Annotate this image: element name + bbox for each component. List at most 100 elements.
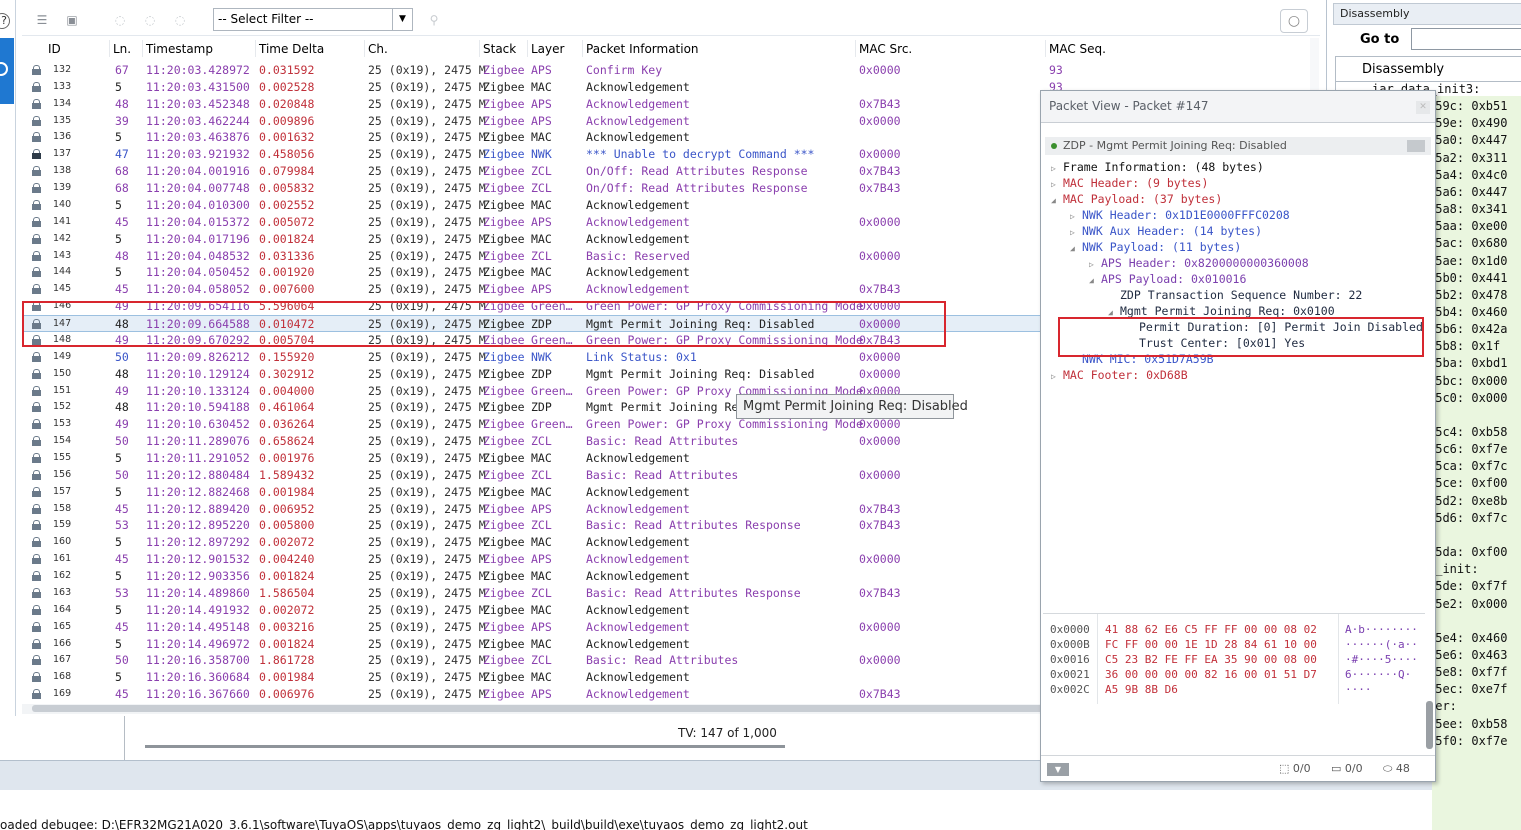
column-header-ch[interactable]: Ch. — [368, 42, 388, 56]
comment-icon[interactable]: ◌ — [112, 13, 128, 27]
disassembly-line[interactable]: 55c4: 0xb58 — [1428, 425, 1507, 439]
disassembly-line[interactable]: 55e8: 0xf7f — [1428, 665, 1507, 679]
list-icon[interactable]: ☰ — [34, 13, 50, 27]
disassembly-line[interactable]: 55c6: 0xf7e — [1428, 442, 1507, 456]
expand-arrow-icon[interactable]: ▷ — [1051, 369, 1063, 385]
filter-icon[interactable]: ⚲ — [426, 13, 442, 27]
hex-scrollbar[interactable] — [1426, 701, 1433, 749]
hex-offset[interactable]: 0x0021 — [1050, 667, 1090, 682]
disassembly-line[interactable]: 55f0: 0xf7e — [1428, 734, 1507, 748]
disassembly-line[interactable]: 55ec: 0xe7f — [1428, 682, 1507, 696]
hex-offset[interactable]: 0x0016 — [1050, 652, 1090, 667]
disassembly-line[interactable]: 55b4: 0x460 — [1428, 305, 1507, 319]
hex-offset[interactable]: 0x000B — [1050, 637, 1090, 652]
column-header-mac-seq[interactable]: MAC Seq. — [1049, 42, 1106, 56]
side-panel-tab[interactable] — [0, 38, 14, 104]
column-divider[interactable] — [479, 40, 480, 57]
hex-bytes[interactable]: C5 23 B2 FE FF EA 35 90 00 08 00 — [1105, 652, 1317, 667]
column-header-ln[interactable]: Ln. — [113, 42, 131, 56]
disassembly-line[interactable]: 55ce: 0xf00 — [1428, 476, 1507, 490]
tree-node[interactable]: ZDP Transaction Sequence Number: 22 — [1108, 287, 1362, 303]
chevron-down-icon[interactable]: ▼ — [1047, 763, 1069, 776]
column-header-time-delta[interactable]: Time Delta — [259, 42, 324, 56]
back-icon[interactable]: ◌ — [142, 13, 158, 27]
column-header-mac-src[interactable]: MAC Src. — [859, 42, 912, 56]
hex-bytes[interactable]: 41 88 62 E6 C5 FF FF 00 00 08 02 — [1105, 622, 1317, 637]
disassembly-line[interactable]: 55e2: 0x000 — [1428, 597, 1507, 611]
disassembly-line[interactable]: 559c: 0xb51 — [1428, 99, 1507, 113]
column-divider[interactable] — [142, 40, 143, 57]
column-header-layer[interactable]: Layer — [531, 42, 564, 56]
tree-node[interactable]: ◢ APS Payload: 0x010016 — [1089, 271, 1246, 287]
tree-node[interactable]: ◢ NWK Payload: (11 bytes) — [1070, 239, 1241, 255]
disassembly-line[interactable]: 55e4: 0x460 — [1428, 631, 1507, 645]
hex-bytes[interactable]: FC FF 00 00 1E 1D 28 84 61 10 00 — [1105, 637, 1317, 652]
column-divider[interactable] — [527, 40, 528, 57]
column-divider[interactable] — [255, 40, 256, 57]
column-divider[interactable] — [1045, 40, 1046, 57]
disassembly-line[interactable]: 55ac: 0x680 — [1428, 236, 1507, 250]
hex-bytes[interactable]: A5 9B 8B D6 — [1105, 682, 1178, 697]
help-icon[interactable]: ? — [0, 13, 10, 29]
table-row[interactable]: 132 67 11:20:03.428972 0.031592 25 (0x19), 2… — [22, 62, 1312, 79]
disassembly-line[interactable]: 55de: 0xf7f — [1428, 579, 1507, 593]
disassembly-line[interactable]: 55ae: 0x1d0 — [1428, 254, 1507, 268]
disassembly-line[interactable]: 55a6: 0x447 — [1428, 185, 1507, 199]
hex-bytes[interactable]: 36 00 00 00 00 82 16 00 01 51 D7 — [1105, 667, 1317, 682]
disassembly-line[interactable]: 559e: 0x490 — [1428, 116, 1507, 130]
disassembly-line[interactable]: 55aa: 0xe00 — [1428, 219, 1507, 233]
tree-node[interactable]: ▷ NWK Aux Header: (14 bytes) — [1070, 223, 1262, 239]
disassembly-line[interactable]: 55ba: 0xbd1 — [1428, 356, 1507, 370]
search-button[interactable]: ○ — [1280, 9, 1308, 33]
disassembly-line[interactable]: 55b0: 0x441 — [1428, 271, 1507, 285]
disassembly-line[interactable]: 55da: 0xf00 — [1428, 545, 1507, 559]
column-divider[interactable] — [109, 40, 110, 57]
column-divider[interactable] — [364, 40, 365, 57]
disassembly-line[interactable]: 55e6: 0x463 — [1428, 648, 1507, 662]
hex-offset[interactable]: 0x002C — [1050, 682, 1090, 697]
tree-node[interactable]: ▷ APS Header: 0x8200000000360008 — [1089, 255, 1309, 271]
column-divider[interactable] — [582, 40, 583, 57]
chevron-down-icon[interactable]: ▼ — [392, 8, 413, 31]
hex-ascii[interactable]: 6·······Q· — [1345, 667, 1411, 682]
disassembly-line[interactable]: 55bc: 0x000 — [1428, 374, 1507, 388]
tree-node[interactable]: ▷ MAC Footer: 0xD68B — [1051, 367, 1188, 383]
hex-offset[interactable]: 0x0000 — [1050, 622, 1090, 637]
tree-node[interactable]: ▷ NWK Header: 0x1D1E0000FFFC0208 — [1070, 207, 1290, 223]
collapse-arrow-icon[interactable]: ◢ — [1070, 241, 1082, 257]
hex-ascii[interactable]: ···· — [1345, 682, 1372, 697]
disassembly-line[interactable]: 55a0: 0x447 — [1428, 133, 1507, 147]
disassembly-line[interactable]: 55d6: 0xf7c — [1428, 511, 1507, 525]
disassembly-line[interactable]: 55ee: 0xb58 — [1428, 717, 1507, 731]
disassembly-line[interactable]: 55c0: 0x000 — [1428, 391, 1507, 405]
column-header-timestamp[interactable]: Timestamp — [146, 42, 213, 56]
collapse-arrow-icon[interactable]: ◢ — [1089, 273, 1101, 289]
hex-ascii[interactable]: ·#····5···· — [1345, 652, 1418, 667]
tree-node[interactable]: ◢ MAC Payload: (37 bytes) — [1051, 191, 1222, 207]
collapse-arrow-icon[interactable]: ◢ — [1051, 193, 1063, 209]
disassembly-line[interactable]: 55a8: 0x341 — [1428, 202, 1507, 216]
forward-icon[interactable]: ◌ — [172, 13, 188, 27]
hex-ascii[interactable]: ······(·a·· — [1345, 637, 1418, 652]
disassembly-line[interactable]: 55a2: 0x311 — [1428, 151, 1507, 165]
column-header-stack[interactable]: Stack — [483, 42, 516, 56]
filter-select[interactable]: -- Select Filter -- — [213, 8, 413, 31]
hex-ascii[interactable]: A·b········ — [1345, 622, 1418, 637]
column-header-id[interactable]: ID — [48, 42, 61, 56]
column-divider[interactable] — [855, 40, 856, 57]
goto-input[interactable] — [1411, 28, 1521, 50]
column-header-packet-information[interactable]: Packet Information — [586, 42, 699, 56]
save-icon[interactable]: ▣ — [64, 13, 80, 27]
row-channel: 25 (0x19), 2475 M — [368, 248, 486, 263]
disassembly-line[interactable]: 55ca: 0xf7c — [1428, 459, 1507, 473]
close-icon[interactable]: ✕ — [1416, 101, 1430, 114]
disassembly-line[interactable]: 55b6: 0x42a — [1428, 322, 1507, 336]
disassembly-line[interactable]: 55a4: 0x4c0 — [1428, 168, 1507, 182]
lock-icon[interactable] — [1407, 140, 1425, 152]
tree-node[interactable]: ▷ MAC Header: (9 bytes) — [1051, 175, 1208, 191]
disassembly-line[interactable]: 55d2: 0xe8b — [1428, 494, 1507, 508]
disassembly-line[interactable]: 55b8: 0x1f — [1428, 339, 1500, 353]
disassembly-line[interactable]: 55b2: 0x478 — [1428, 288, 1507, 302]
tree-node[interactable]: ▷ Frame Information: (48 bytes) — [1051, 159, 1264, 175]
row-length: 48 — [115, 96, 129, 111]
